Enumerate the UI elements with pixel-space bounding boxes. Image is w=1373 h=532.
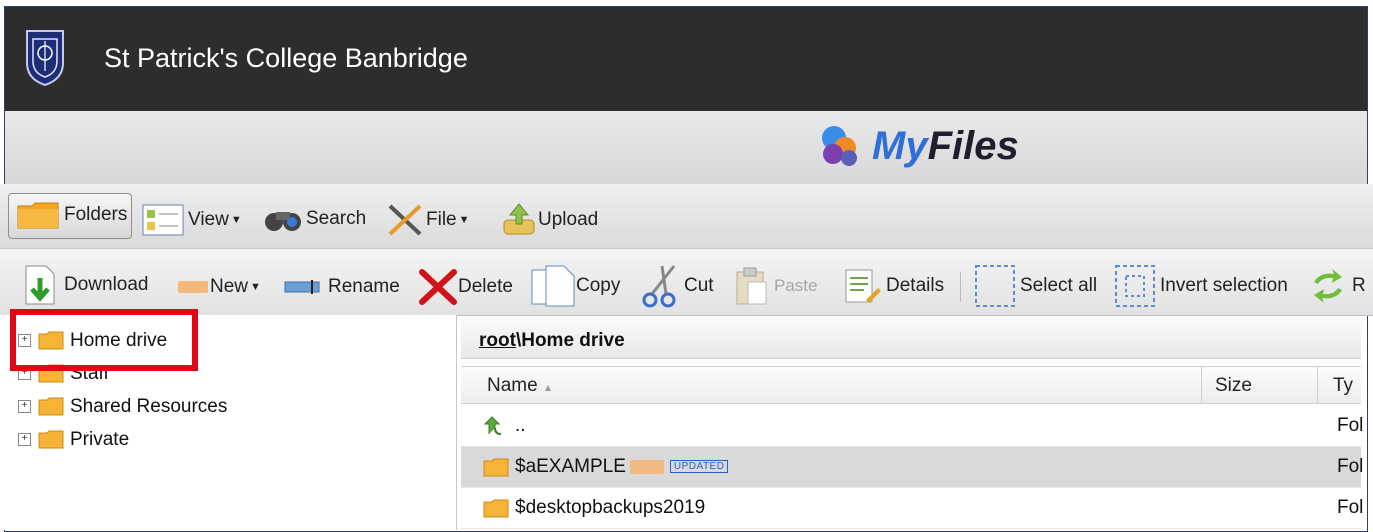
column-divider[interactable]: [1201, 367, 1202, 403]
download-button[interactable]: Download: [20, 264, 149, 306]
search-button[interactable]: Search: [262, 204, 366, 234]
tree-item-label: Shared Resources: [70, 396, 228, 417]
upload-icon: [503, 203, 535, 235]
refresh-label: R: [1352, 275, 1366, 296]
new-label: New: [210, 276, 249, 297]
delete-button[interactable]: Delete: [418, 268, 513, 306]
column-divider[interactable]: [1317, 367, 1318, 403]
cut-button[interactable]: Cut: [640, 264, 714, 308]
download-label: Download: [64, 274, 149, 295]
invert-selection-icon: [1115, 265, 1155, 307]
table-row[interactable]: $aEXAMPLE UPDATED Fol: [461, 447, 1364, 488]
details-icon: [845, 269, 881, 303]
new-badge-icon: [629, 459, 664, 474]
brand-bar: [5, 111, 1367, 191]
new-menu[interactable]: New ▼: [178, 276, 261, 298]
file-menu[interactable]: File ▼: [386, 202, 470, 238]
new-badge-icon: [178, 281, 208, 293]
folder-icon: [17, 202, 59, 229]
tree-item-label: Private: [70, 429, 130, 450]
chevron-down-icon: ▼: [230, 214, 242, 226]
refresh-button[interactable]: R: [1308, 268, 1366, 304]
details-label: Details: [886, 275, 945, 296]
rename-label: Rename: [328, 276, 400, 297]
updated-badge: UPDATED: [669, 460, 729, 474]
sort-up-icon: ▲: [542, 383, 553, 394]
scissors-icon: [642, 265, 676, 308]
breadcrumb-current: \Home drive: [515, 330, 625, 351]
select-all-icon: [975, 265, 1015, 307]
refresh-icon: [1314, 269, 1342, 303]
brand-my: My: [872, 124, 928, 168]
file-type: Fol: [1337, 456, 1364, 477]
folder-icon: [38, 397, 64, 416]
folder-icon: [483, 499, 509, 518]
cut-label: Cut: [684, 275, 714, 296]
file-tools-icon: [388, 204, 422, 236]
paste-icon: [736, 267, 767, 305]
expand-icon[interactable]: +: [18, 400, 31, 413]
download-icon: [25, 265, 55, 305]
file-type: Fol: [1337, 497, 1364, 518]
file-name: $desktopbackups2019: [515, 497, 706, 518]
brand-files: Files: [927, 124, 1019, 168]
school-title: St Patrick's College Banbridge: [104, 43, 468, 73]
file-label: File: [426, 209, 457, 230]
select-all-button[interactable]: Select all: [974, 264, 1097, 308]
myfiles-logo-icon: [822, 126, 857, 166]
table-row[interactable]: $desktopbackups2019 Fol: [461, 488, 1364, 529]
myfiles-brand: MyFiles: [872, 124, 1019, 169]
upload-label: Upload: [538, 209, 599, 230]
breadcrumb-root-link[interactable]: root: [479, 330, 516, 351]
chevron-down-icon: ▼: [458, 214, 470, 226]
file-list-pane: root\Home drive Name ▲ Size Ty .. Fol $a…: [461, 318, 1364, 530]
view-label: View: [188, 209, 229, 230]
column-header-size[interactable]: Size: [1215, 375, 1252, 397]
paste-label: Paste: [774, 276, 818, 295]
column-header-name-label: Name: [487, 375, 538, 396]
column-header-type[interactable]: Ty: [1333, 375, 1353, 397]
folder-icon: [38, 430, 64, 449]
delete-label: Delete: [458, 276, 513, 297]
file-name: $aEXAMPLE: [515, 456, 626, 477]
highlight-box: [10, 309, 198, 371]
upload-button[interactable]: Upload: [500, 202, 598, 238]
view-icon: [142, 204, 184, 236]
folders-toggle[interactable]: Folders: [16, 200, 127, 230]
top-bar: St Patrick's College Banbridge: [5, 7, 1367, 111]
folder-icon: [483, 458, 509, 477]
column-header-name[interactable]: Name ▲: [487, 375, 553, 397]
details-button[interactable]: Details: [842, 266, 944, 306]
view-menu[interactable]: View ▼: [142, 204, 242, 236]
rename-button[interactable]: Rename: [284, 276, 400, 298]
paste-button[interactable]: Paste: [734, 266, 817, 306]
school-crest-icon: [26, 30, 64, 87]
path-bar: root\Home drive: [461, 318, 1361, 359]
up-level-arrow-icon: [483, 416, 502, 435]
invert-selection-label: Invert selection: [1160, 275, 1288, 296]
select-all-label: Select all: [1020, 275, 1098, 296]
table-row[interactable]: .. Fol: [461, 406, 1364, 447]
toolbar-divider: [960, 272, 961, 302]
expand-icon[interactable]: +: [18, 433, 31, 446]
rename-icon: [284, 280, 320, 294]
file-name-cell: $aEXAMPLE UPDATED: [515, 456, 729, 478]
folders-label: Folders: [64, 204, 128, 225]
breadcrumb: root\Home drive: [479, 330, 625, 352]
search-label: Search: [306, 208, 367, 229]
copy-button[interactable]: Copy: [530, 264, 620, 308]
file-name: ..: [515, 415, 526, 436]
chevron-down-icon: ▼: [250, 281, 261, 293]
invert-selection-button[interactable]: Invert selection: [1114, 264, 1288, 308]
file-type: Fol: [1337, 415, 1364, 436]
table-header: Name ▲ Size Ty: [461, 366, 1361, 404]
copy-icon: [531, 265, 575, 307]
copy-label: Copy: [576, 275, 621, 296]
delete-icon: [419, 269, 457, 305]
binoculars-icon: [265, 212, 301, 231]
